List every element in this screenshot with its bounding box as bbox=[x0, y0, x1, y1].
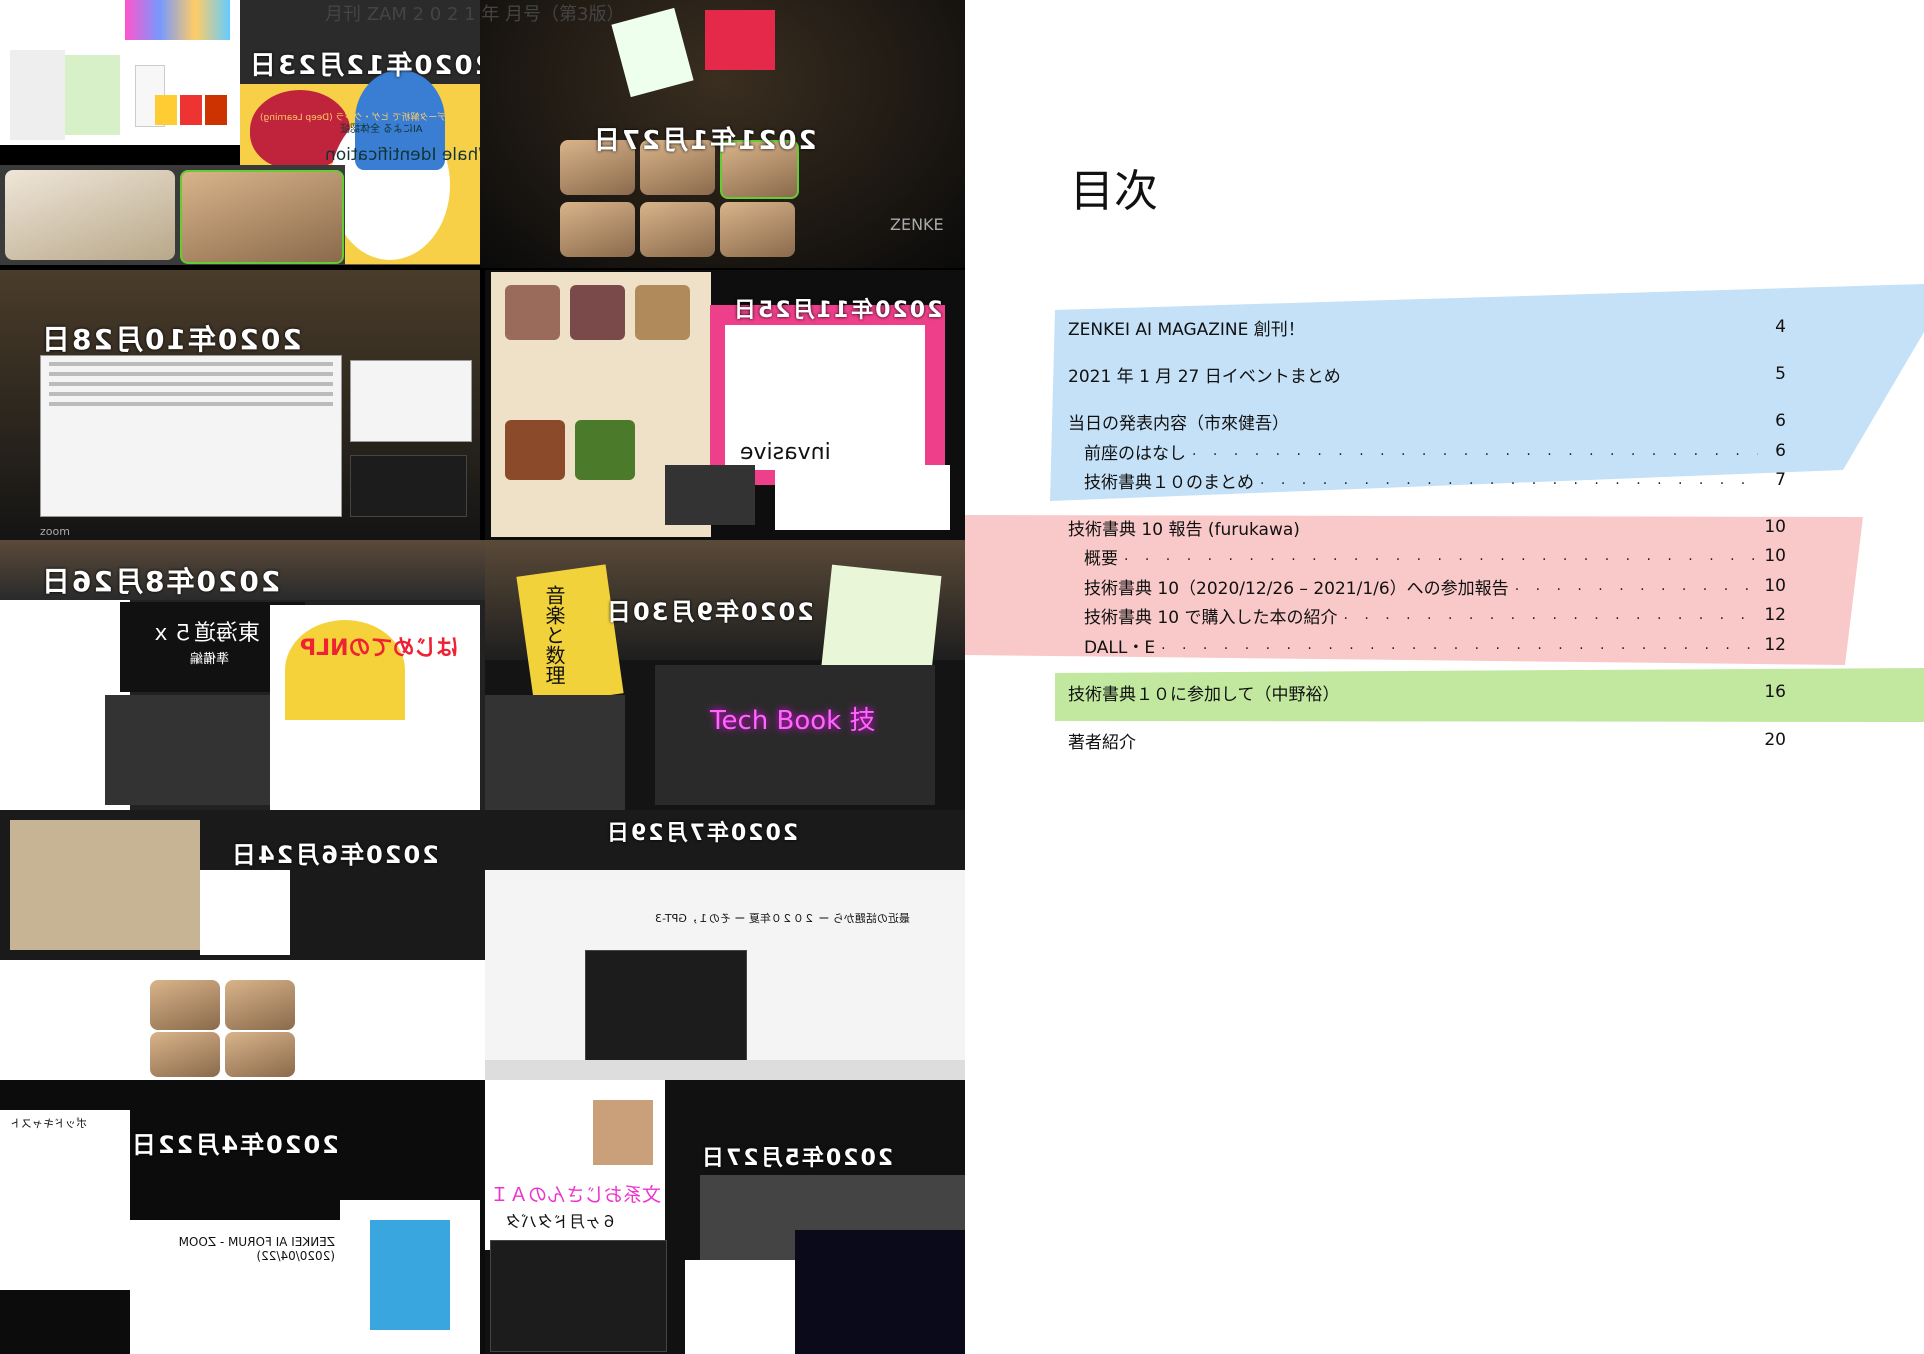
toc-title: 目次 bbox=[1070, 166, 1158, 217]
invasive-caption: invasive bbox=[740, 440, 831, 465]
toc-entry[interactable]: 前座のはなし . . . . . . . . . . . . . . . . .… bbox=[1084, 438, 1786, 464]
toc-entry[interactable]: 技術書典１０のまとめ . . . . . . . . . . . . . . .… bbox=[1084, 467, 1786, 493]
toc-leader: . . . . . . . . . . . . . . . . . . . . … bbox=[1343, 607, 1758, 623]
whale-caption: Whale Identification bbox=[325, 145, 480, 165]
date-banner: 2020年4月22日 bbox=[130, 1131, 339, 1159]
date-banner: 2020年5月27日 bbox=[700, 1146, 894, 1171]
toc-entry-label: 技術書典 10 報告 (furukawa) bbox=[1068, 519, 1300, 540]
toc-entry-label: 技術書典 10 で購入した本の紹介 bbox=[1084, 607, 1338, 628]
toc-entry-page: 12 bbox=[1764, 635, 1786, 655]
toc-entry[interactable]: 当日の発表内容（市來健吾） 6 bbox=[1068, 408, 1786, 434]
session-tile-2020-07-29: 最近の話題から ー ２０２０年夏 ー その１，GPT-3 bbox=[485, 810, 965, 1080]
session-tile-2020-09-30: 音楽と数理 Tech Book 技 bbox=[485, 540, 965, 810]
toc-leader: . . . . . . . . . . . . . . . . . . . . … bbox=[1514, 578, 1758, 594]
date-banner: 2020年10月28日 bbox=[40, 323, 302, 356]
toc-entry-page: 6 bbox=[1775, 441, 1786, 461]
toc-leader: . . . . . . . . . . . . . . . . . . . . … bbox=[1161, 637, 1758, 653]
bunkei-caption: 文系おじさんのＡＩ bbox=[490, 1184, 662, 1206]
cover-collage: Whale Identification AIによる 全体認証 データ解析で ヒ… bbox=[0, 0, 965, 1354]
date-banner: 2020年12月23日 bbox=[248, 51, 493, 81]
toc-entry-page: 6 bbox=[1775, 411, 1786, 431]
toc-entry-label: DALL・E bbox=[1084, 637, 1156, 658]
date-banner: 2020年11月25日 bbox=[732, 298, 943, 323]
toc-entry-label: 2021 年 1 月 27 日イベントまとめ bbox=[1068, 366, 1341, 387]
toc-entry-page: 12 bbox=[1764, 605, 1786, 625]
toc-entry-label: 前座のはなし bbox=[1084, 443, 1186, 464]
magazine-header: 月刊 ZAM 2 0 2 1 年 月号（第3版） bbox=[325, 4, 625, 25]
toc-entry[interactable]: ZENKEI AI MAGAZINE 創刊！ 4 bbox=[1068, 314, 1786, 340]
toc-entry-page: 10 bbox=[1764, 546, 1786, 566]
toc-entry-page: 20 bbox=[1764, 730, 1786, 750]
toc-entry-label: 技術書典１０に参加して（中野裕） bbox=[1068, 684, 1340, 705]
date-banner: 2020年6月24日 bbox=[230, 841, 439, 869]
gpt3-caption: 最近の話題から ー ２０２０年夏 ー その１，GPT-3 bbox=[655, 912, 910, 925]
toc-entry-label: ZENKEI AI MAGAZINE 創刊！ bbox=[1068, 319, 1305, 340]
toc-entry-label: 技術書典 10（2020/12/26 – 2021/1/6）への参加報告 bbox=[1084, 578, 1509, 599]
toc-entry-page: 4 bbox=[1775, 317, 1786, 337]
toc-entry-page: 10 bbox=[1764, 517, 1786, 537]
forum-caption: ZENKEI AI FORUM - ZOOM (2020/04/22) bbox=[178, 1235, 335, 1263]
date-banner: 2021年1月27日 bbox=[592, 126, 817, 156]
toc-entry-label: 概要 bbox=[1084, 548, 1118, 569]
date-banner: 2020年7月29日 bbox=[605, 821, 799, 846]
toc-entry[interactable]: 著者紹介 20 bbox=[1068, 727, 1786, 753]
session-tile-2020-10-28: zoom bbox=[0, 270, 480, 540]
zoom-participants-1223 bbox=[0, 165, 345, 265]
session-tile-2020-05-27: 文系おじさんのＡＩ ６ヶ月ドタバタ bbox=[485, 1080, 965, 1354]
neon-caption: Tech Book 技 bbox=[710, 706, 876, 736]
toc-page: 目次 ZENKEI AI MAGAZINE 創刊！ 4 2021 年 1 月 2… bbox=[965, 0, 1924, 1354]
toc-leader: . . . . . . . . . . . . . . . . . . . . … bbox=[1124, 548, 1758, 564]
toc-leader: . . . . . . . . . . . . . . . . . . . . … bbox=[1192, 443, 1758, 459]
toc-entry[interactable]: 概要 . . . . . . . . . . . . . . . . . . .… bbox=[1084, 543, 1786, 569]
toc-entry[interactable]: 技術書典 10 で購入した本の紹介 . . . . . . . . . . . … bbox=[1084, 602, 1786, 628]
toc-entry-page: 5 bbox=[1775, 364, 1786, 384]
cover-thumbnail-docs bbox=[0, 0, 240, 145]
date-banner: 2020年9月30日 bbox=[605, 598, 814, 626]
toc-entry[interactable]: DALL・E . . . . . . . . . . . . . . . . .… bbox=[1084, 632, 1786, 658]
tokai-caption: 東海道５ｘ bbox=[150, 621, 261, 646]
toc-entry[interactable]: 技術書典 10（2020/12/26 – 2021/1/6）への参加報告 . .… bbox=[1084, 573, 1786, 599]
toc-entry-page: 10 bbox=[1764, 576, 1786, 596]
toc-entry[interactable]: 2021 年 1 月 27 日イベントまとめ 5 bbox=[1068, 361, 1786, 387]
date-banner: 2020年8月26日 bbox=[40, 565, 281, 598]
nlp-caption: はじめてのNLP bbox=[300, 636, 459, 661]
toc-entry-page: 7 bbox=[1775, 470, 1786, 490]
otoraku-caption: 音楽と数理 bbox=[542, 585, 566, 685]
toc-entry-label: 著者紹介 bbox=[1068, 732, 1136, 753]
session-tile-2020-04-22: ポッドキャスト ZENKEI AI FORUM - ZOOM (2020/04/… bbox=[0, 1080, 485, 1354]
toc-entry-label: 技術書典１０のまとめ bbox=[1084, 472, 1254, 493]
toc-entry[interactable]: 技術書典 10 報告 (furukawa) 10 bbox=[1068, 514, 1786, 540]
toc-entry[interactable]: 技術書典１０に参加して（中野裕） 16 bbox=[1068, 679, 1786, 705]
toc-entry-label: 当日の発表内容（市來健吾） bbox=[1068, 413, 1289, 434]
toc-entry-page: 16 bbox=[1764, 682, 1786, 702]
toc-leader: . . . . . . . . . . . . . . . . . . . . … bbox=[1260, 472, 1758, 488]
